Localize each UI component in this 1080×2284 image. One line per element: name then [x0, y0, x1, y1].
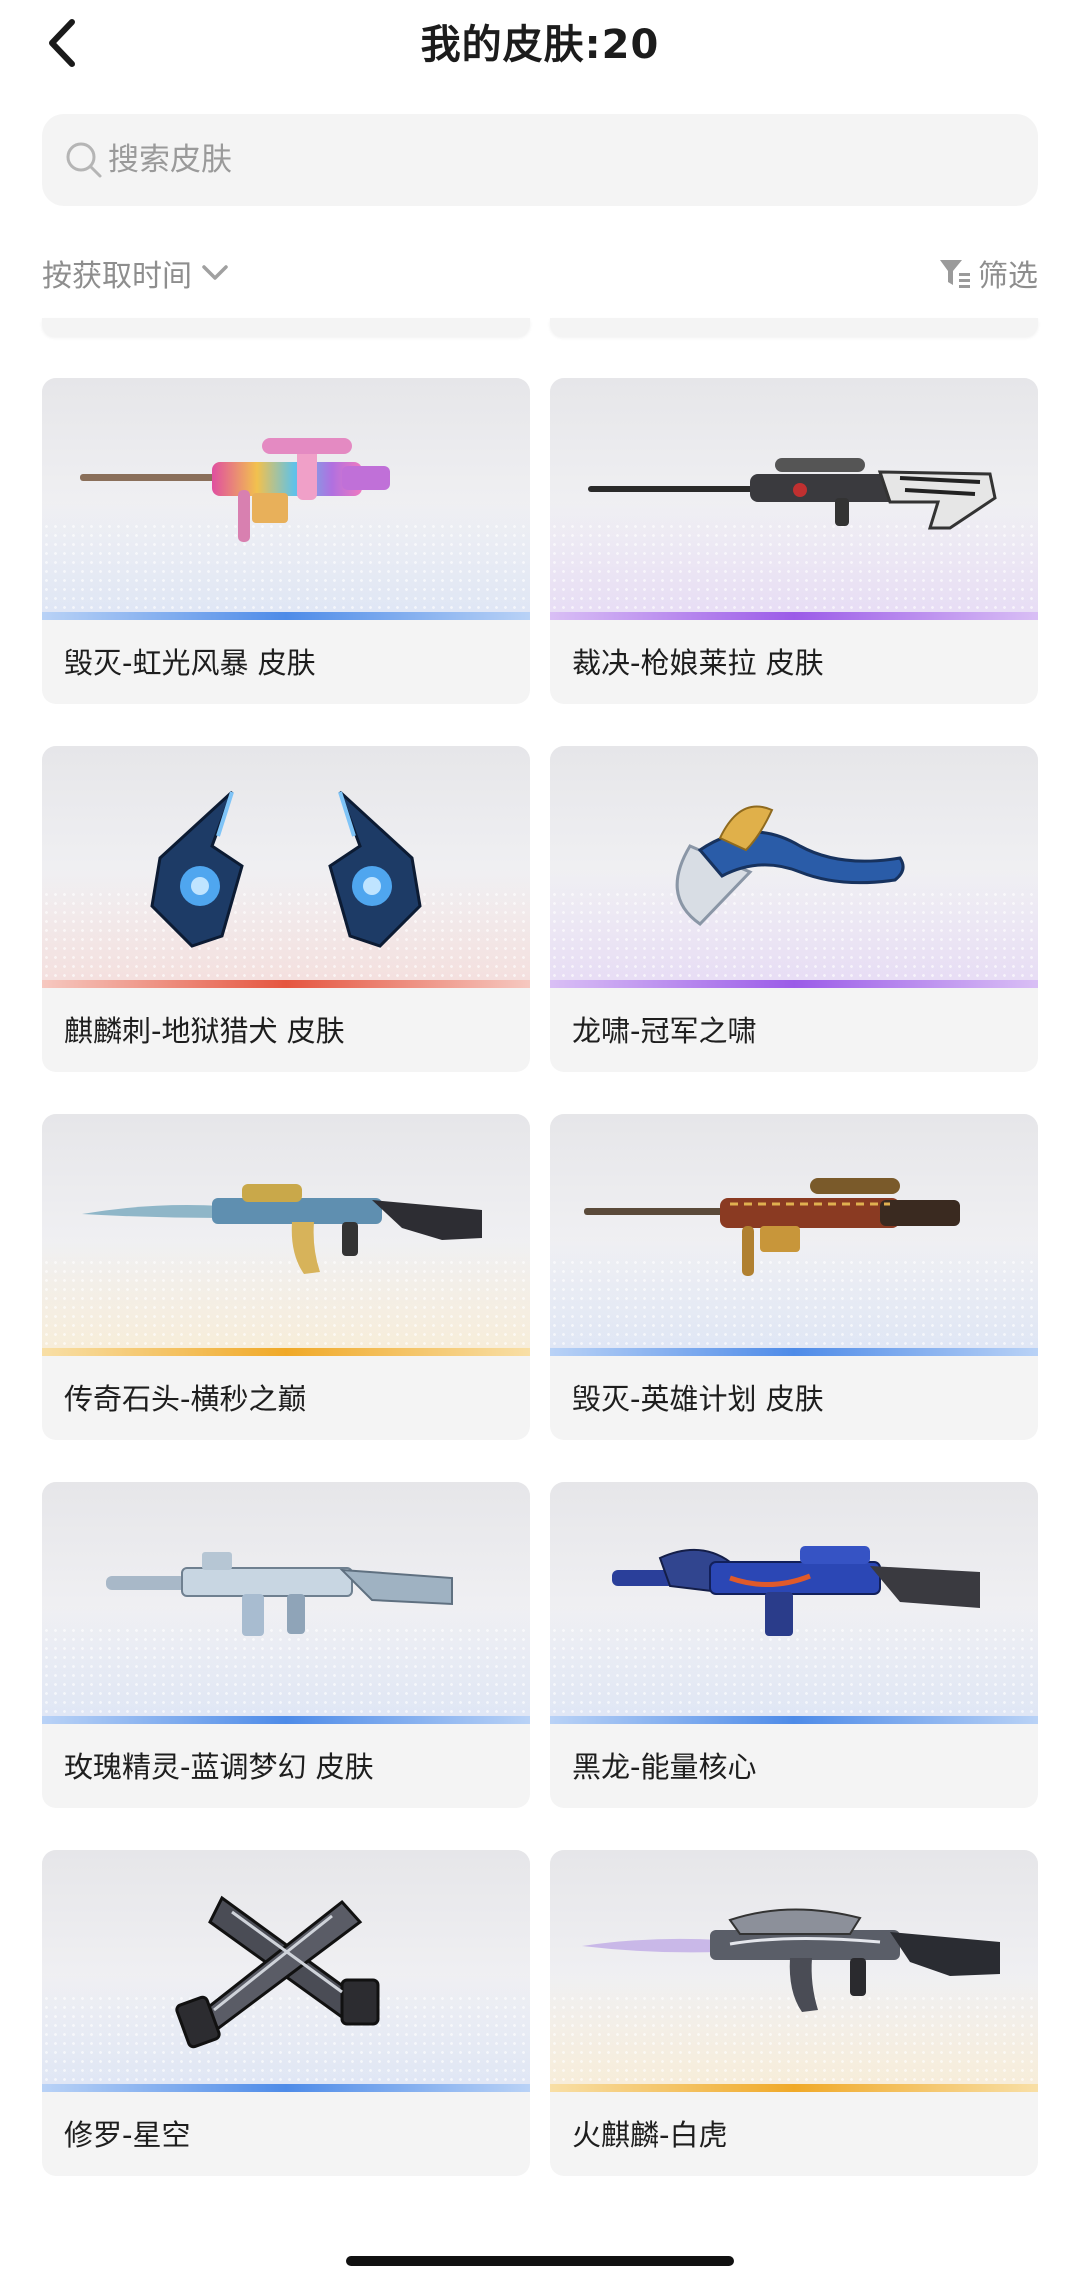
search-input[interactable]	[108, 134, 988, 186]
claw-blades-icon	[150, 790, 422, 948]
filter-button[interactable]: 筛选	[938, 250, 1038, 296]
skin-name: 传奇石头-横秒之巅	[64, 1382, 307, 1416]
assault-rifle-icon	[106, 1552, 453, 1636]
skin-card[interactable]: 传奇石头-横秒之巅	[42, 1114, 530, 1440]
skin-name: 火麒麟-白虎	[572, 2118, 728, 2152]
sniper-rifle-icon	[80, 438, 390, 542]
assault-rifle-icon	[612, 1546, 980, 1636]
skin-card[interactable]: 修罗-星空	[42, 1850, 530, 2176]
home-indicator[interactable]	[346, 2256, 734, 2266]
skin-name: 玫瑰精灵-蓝调梦幻 皮肤	[64, 1750, 374, 1784]
skin-image	[42, 1850, 530, 2092]
skin-card[interactable]: 毁灭-英雄计划 皮肤	[550, 1114, 1038, 1440]
skin-image	[550, 1482, 1038, 1724]
skin-card[interactable]: 麒麟刺-地狱猎犬 皮肤	[42, 746, 530, 1072]
skin-card[interactable]: 火麒麟-白虎	[550, 1850, 1038, 2176]
skin-name: 麒麟刺-地狱猎犬 皮肤	[64, 1014, 345, 1048]
skin-name: 修罗-星空	[64, 2118, 191, 2152]
assault-rifle-icon	[582, 1908, 1000, 2012]
search-icon	[66, 142, 102, 178]
dual-pistol-icon	[175, 1895, 380, 2049]
skin-image	[42, 746, 530, 988]
sort-dropdown[interactable]: 按获取时间	[42, 250, 230, 296]
filter-icon	[940, 260, 970, 288]
sniper-rifle-icon	[584, 1178, 960, 1276]
skin-image	[42, 1482, 530, 1724]
skin-name: 黑龙-能量核心	[572, 1750, 757, 1784]
partial-skin-card[interactable]	[42, 318, 530, 336]
search-bar[interactable]	[42, 114, 1038, 206]
filter-label: 筛选	[978, 259, 1038, 294]
skin-image	[550, 378, 1038, 620]
assault-rifle-icon	[82, 1184, 482, 1274]
skin-name: 龙啸-冠军之啸	[572, 1014, 757, 1048]
skin-image	[550, 1114, 1038, 1356]
skin-name: 裁决-枪娘莱拉 皮肤	[572, 646, 824, 680]
chevron-down-icon	[202, 265, 228, 280]
skin-image	[42, 1114, 530, 1356]
page-title: 我的皮肤:20	[420, 22, 660, 68]
skin-card[interactable]: 龙啸-冠军之啸	[550, 746, 1038, 1072]
partial-skin-card[interactable]	[550, 318, 1038, 336]
top-nav-bar: 我的皮肤:20	[0, 0, 1080, 84]
skin-card[interactable]: 裁决-枪娘莱拉 皮肤	[550, 378, 1038, 704]
skin-card[interactable]: 玫瑰精灵-蓝调梦幻 皮肤	[42, 1482, 530, 1808]
skin-image	[550, 746, 1038, 988]
skin-image	[42, 378, 530, 620]
axe-icon	[675, 805, 905, 926]
skin-name: 毁灭-虹光风暴 皮肤	[64, 646, 316, 680]
skin-image	[550, 1850, 1038, 2092]
skin-name: 毁灭-英雄计划 皮肤	[572, 1382, 824, 1416]
sniper-rifle-icon	[588, 458, 997, 530]
skin-card[interactable]: 毁灭-虹光风暴 皮肤	[42, 378, 530, 704]
skin-card[interactable]: 黑龙-能量核心	[550, 1482, 1038, 1808]
skin-grid: 毁灭-虹光风暴 皮肤 裁决-枪娘莱拉 皮肤 麒麟刺-地狱猎犬 皮肤 龙啸-冠军之…	[42, 378, 1038, 2176]
sort-label: 按获取时间	[42, 259, 192, 294]
